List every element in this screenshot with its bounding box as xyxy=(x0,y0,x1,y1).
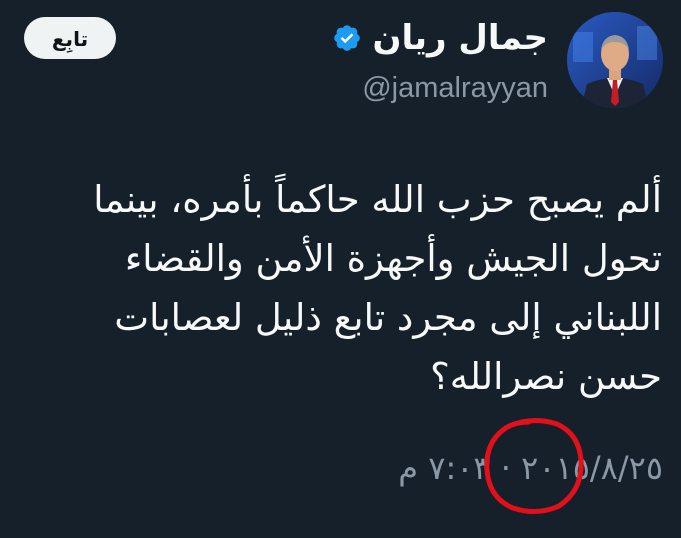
tweet-text: ألم يصبح حزب الله حاكماً بأمره، بينما تح… xyxy=(93,178,662,398)
tweet-timestamp[interactable]: ٢٠١٥/٨/٢٥ · ٧:٠٣ م xyxy=(398,443,663,493)
author-display-name[interactable]: جمال ريان xyxy=(372,14,548,62)
tweet-date: ٢٠١٥/٨/٢٥ xyxy=(521,449,663,487)
verified-badge-icon xyxy=(332,23,362,53)
tweet-card: جمال ريان @jamalrayyan تابِع ألم يصبح حز… xyxy=(0,0,681,538)
tweet-time: ٧:٠٣ م xyxy=(398,449,491,487)
timestamp-separator: · xyxy=(500,449,511,487)
author-handle[interactable]: @jamalrayyan xyxy=(332,68,548,108)
name-row: جمال ريان xyxy=(332,14,548,62)
follow-button[interactable]: تابِع xyxy=(24,17,116,59)
avatar-photo xyxy=(567,12,663,108)
author-avatar[interactable] xyxy=(567,12,663,108)
author-info: جمال ريان @jamalrayyan xyxy=(332,14,548,108)
